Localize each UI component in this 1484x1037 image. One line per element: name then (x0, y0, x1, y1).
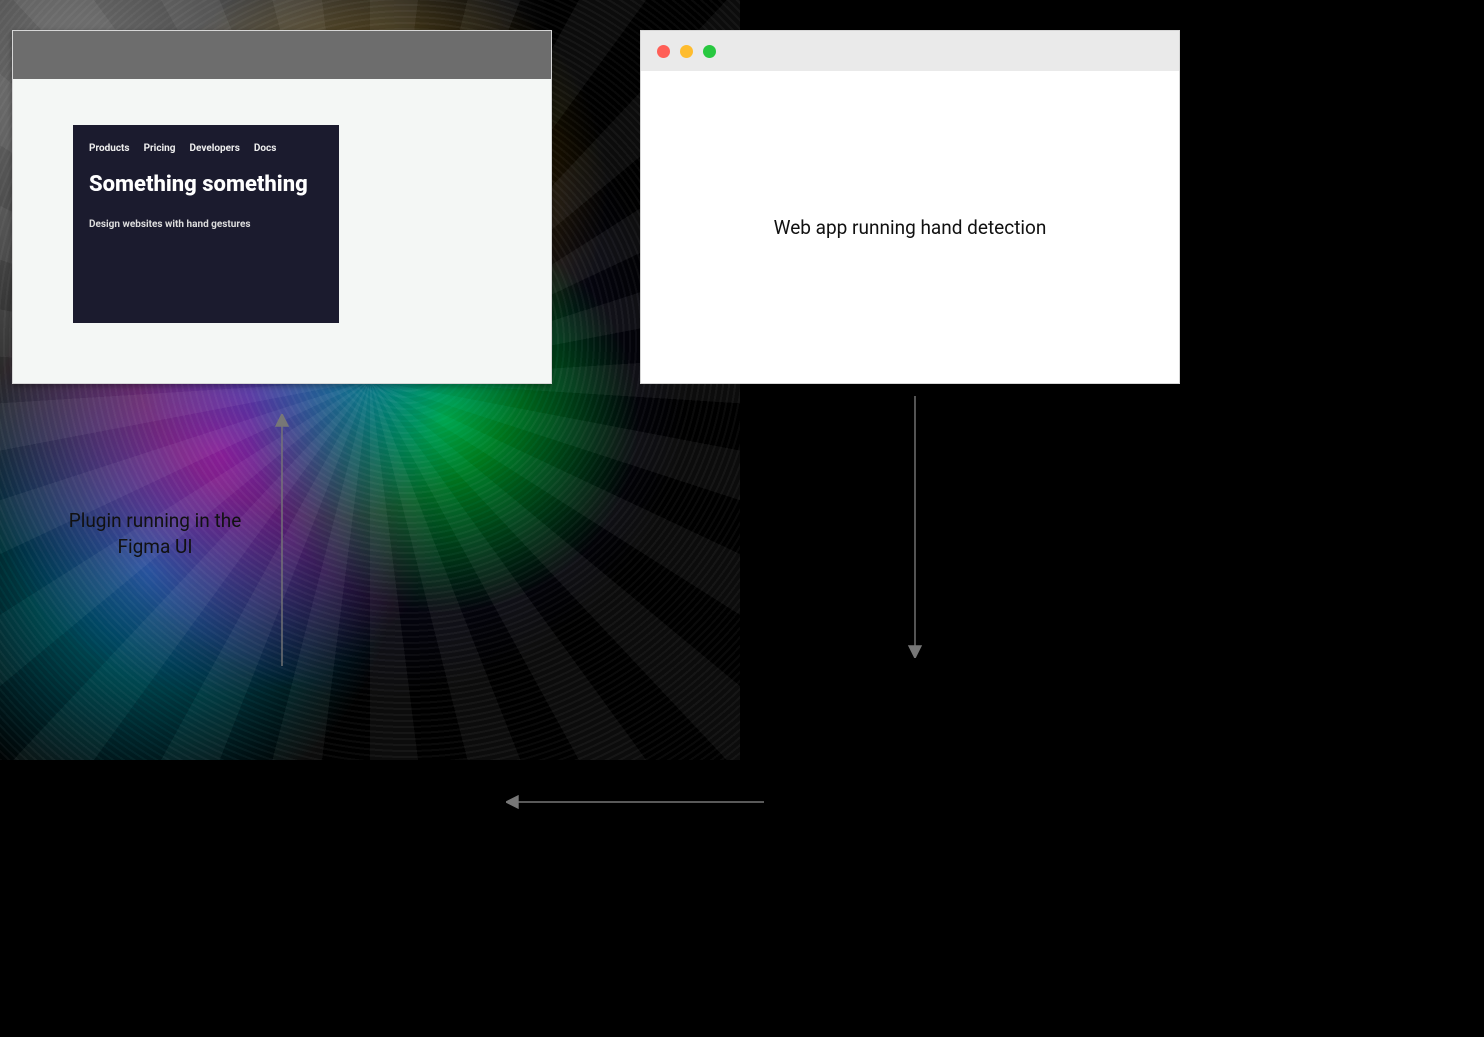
arrow-up-icon (272, 414, 292, 666)
figma-titlebar (13, 31, 551, 79)
nav-products[interactable]: Products (89, 143, 130, 154)
close-icon[interactable] (657, 45, 670, 58)
hero-title: Something something (89, 172, 323, 197)
nav-docs[interactable]: Docs (254, 143, 277, 154)
browser-body: Web app running hand detection (641, 71, 1179, 383)
hero-nav: Products Pricing Developers Docs (89, 143, 323, 154)
minimize-icon[interactable] (680, 45, 693, 58)
nav-developers[interactable]: Developers (190, 143, 240, 154)
figma-canvas: Products Pricing Developers Docs Somethi… (13, 79, 551, 383)
hero-subtitle: Design websites with hand gestures (89, 219, 323, 230)
maximize-icon[interactable] (703, 45, 716, 58)
nav-pricing[interactable]: Pricing (144, 143, 176, 154)
arrow-left-icon (506, 792, 764, 812)
browser-window: Web app running hand detection (640, 30, 1180, 384)
browser-titlebar (641, 31, 1179, 71)
label-figma-plugin: Plugin running in the Figma UI (40, 508, 270, 559)
browser-body-text: Web app running hand detection (774, 216, 1047, 239)
arrow-down-icon (905, 396, 925, 658)
figma-window: Products Pricing Developers Docs Somethi… (12, 30, 552, 384)
hero-card: Products Pricing Developers Docs Somethi… (73, 125, 339, 323)
